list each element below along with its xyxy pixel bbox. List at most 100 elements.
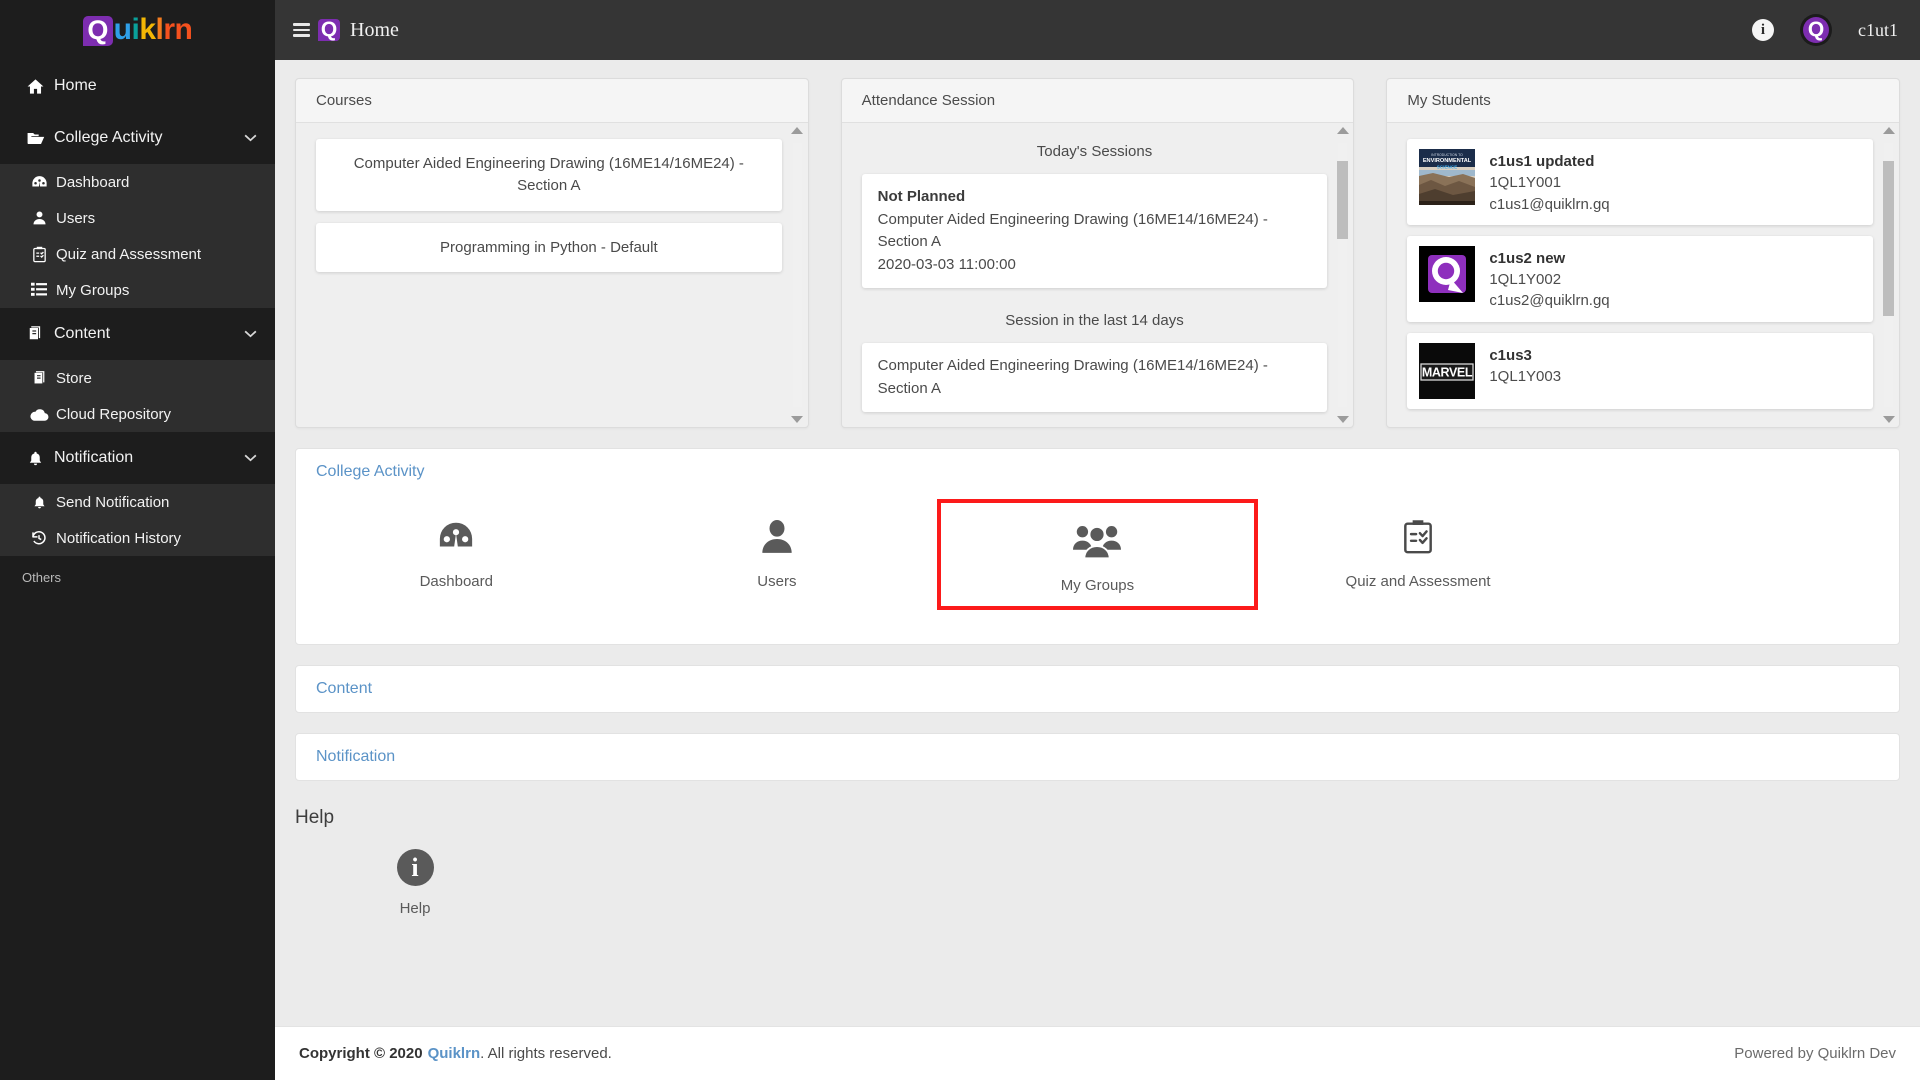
sidebar-submenu-notification: Send Notification Notification History [0, 484, 275, 556]
student-tile[interactable]: c1us2 new 1QL1Y002 c1us2@quiklrn.gq [1407, 235, 1874, 322]
session-tile-recent[interactable]: Computer Aided Engineering Drawing (16ME… [861, 343, 1328, 412]
student-tile[interactable]: INTRODUCTION TO ENVIRONMENTAL SCIENCE c1… [1407, 139, 1874, 225]
session-tile-today[interactable]: Not Planned Computer Aided Engineering D… [861, 174, 1328, 288]
student-email: c1us2@quiklrn.gq [1489, 292, 1610, 310]
student-info: c1us3 1QL1Y003 [1489, 343, 1561, 388]
attendance-card-title: Attendance Session [841, 79, 1354, 123]
scroll-down-arrow-icon[interactable] [1882, 416, 1895, 423]
sidebar-group-notification[interactable]: Notification [0, 432, 275, 484]
info-circle-icon: i [396, 849, 434, 886]
avatar[interactable]: Q [1800, 14, 1832, 46]
clipboard-check-icon [1399, 511, 1437, 559]
quiklrn-logo: Quiklrn [82, 13, 193, 47]
my-students-card-title: My Students [1387, 79, 1900, 123]
scroll-up-arrow-icon[interactable] [1882, 127, 1895, 134]
attendance-scrollbar[interactable] [1335, 127, 1350, 423]
student-info: c1us1 updated 1QL1Y001 c1us1@quiklrn.gq [1489, 149, 1609, 215]
sidebar-section-others: Others [0, 556, 275, 595]
scrollbar-thumb[interactable] [1883, 161, 1895, 316]
hamburger-icon[interactable] [293, 23, 310, 37]
attendance-card-body: Today's Sessions Not Planned Computer Ai… [842, 123, 1354, 427]
todays-sessions-heading: Today's Sessions [1036, 143, 1153, 160]
tile-quiz-and-assessment[interactable]: Quiz and Assessment [1258, 499, 1579, 610]
panel-notification: Notification [295, 733, 1900, 781]
sidebar-item-send-notification[interactable]: Send Notification [0, 484, 275, 520]
quiklrn-q-logo-thumbnail [1419, 245, 1476, 302]
sidebar-item-label: College Activity [54, 129, 163, 146]
my-students-card-body: INTRODUCTION TO ENVIRONMENTAL SCIENCE c1… [1387, 123, 1899, 427]
copyright-suffix: . All rights reserved. [480, 1045, 612, 1062]
tile-my-groups[interactable]: My Groups [937, 499, 1258, 610]
folder-open-icon [16, 129, 54, 148]
my-students-scrollbar[interactable] [1881, 127, 1896, 423]
panel-college-activity: College Activity Dashboard Users My Grou… [295, 448, 1900, 645]
dashboard-gauge-icon [434, 511, 478, 559]
sidebar-submenu-college-activity: Dashboard Users Quiz and Assessment My G… [0, 164, 275, 308]
scroll-up-arrow-icon[interactable] [791, 127, 804, 134]
student-email: c1us1@quiklrn.gq [1489, 195, 1610, 213]
scrollbar-thumb[interactable] [1337, 161, 1349, 239]
scrollbar-track[interactable] [792, 143, 802, 407]
home-icon [16, 77, 54, 96]
sidebar-item-dashboard[interactable]: Dashboard [0, 164, 275, 200]
my-students-card: My Students INTRODUCTION TO ENVIRONMENTA… [1386, 78, 1901, 428]
tile-label: Quiz and Assessment [1345, 573, 1491, 590]
sidebar-group-college-activity[interactable]: College Activity [0, 112, 275, 164]
session-datetime: 2020-03-03 11:00:00 [877, 255, 1016, 273]
student-tile[interactable]: MARVEL c1us3 1QL1Y003 [1407, 332, 1874, 409]
sidebar-item-my-groups[interactable]: My Groups [0, 272, 275, 308]
last-14-days-heading: Session in the last 14 days [1005, 312, 1184, 329]
sidebar-item-label: Store [56, 369, 92, 387]
panel-notification-header[interactable]: Notification [296, 734, 1899, 780]
logo-letter-n: n [174, 13, 193, 46]
svg-text:ENVIRONMENTAL: ENVIRONMENTAL [1423, 158, 1472, 164]
student-name: c1us2 new [1489, 249, 1566, 267]
cloud-icon [22, 407, 56, 422]
course-tile[interactable]: Programming in Python - Default [316, 222, 782, 273]
scroll-down-arrow-icon[interactable] [791, 416, 804, 423]
course-tile[interactable]: Computer Aided Engineering Drawing (16ME… [316, 139, 782, 211]
chevron-down-icon[interactable] [241, 449, 259, 467]
sidebar-item-home[interactable]: Home [0, 60, 275, 112]
student-id: 1QL1Y003 [1489, 368, 1562, 386]
tile-dashboard[interactable]: Dashboard [296, 499, 617, 610]
footer-brand-link[interactable]: Quiklrn [428, 1045, 481, 1062]
scroll-up-arrow-icon[interactable] [1336, 127, 1349, 134]
topbar: Q Home i Q c1ut1 [275, 0, 1920, 60]
user-icon [757, 511, 797, 559]
panel-content-header[interactable]: Content [296, 666, 1899, 712]
courses-scrollbar[interactable] [790, 127, 805, 423]
sidebar-item-users[interactable]: Users [0, 200, 275, 236]
tile-users[interactable]: Users [617, 499, 938, 610]
marvel-logo-thumbnail: MARVEL [1419, 342, 1476, 399]
app-root: Quiklrn Home College Activity Dashboard … [0, 0, 1920, 1080]
logo-letter-l: l [155, 13, 164, 46]
panel-college-activity-header[interactable]: College Activity [296, 449, 1899, 495]
sidebar-item-label: Notification [54, 449, 134, 466]
sidebar-group-content[interactable]: Content [0, 308, 275, 360]
panel-content: Content [295, 665, 1900, 713]
logo-letter-k: k [139, 13, 156, 46]
quiklrn-q-mark-icon: Q [318, 19, 340, 41]
student-name: c1us1 updated [1489, 153, 1595, 170]
student-name: c1us3 [1489, 346, 1532, 364]
sidebar: Quiklrn Home College Activity Dashboard … [0, 0, 275, 1080]
sidebar-item-cloud-repository[interactable]: Cloud Repository [0, 396, 275, 432]
college-activity-tiles: Dashboard Users My Groups Quiz and Asses… [296, 495, 1899, 644]
sidebar-item-store[interactable]: Store [0, 360, 275, 396]
info-icon[interactable]: i [1752, 19, 1774, 41]
topbar-actions: i Q c1ut1 [1752, 14, 1898, 46]
sidebar-submenu-content: Store Cloud Repository [0, 360, 275, 432]
scroll-down-arrow-icon[interactable] [1336, 416, 1349, 423]
sidebar-item-label: Notification History [56, 529, 182, 547]
sidebar-item-quiz-and-assessment[interactable]: Quiz and Assessment [0, 236, 275, 272]
tile-label: Users [757, 573, 797, 590]
tile-label: Dashboard [419, 573, 493, 590]
tile-help[interactable]: i Help [340, 835, 490, 931]
sidebar-logo[interactable]: Quiklrn [0, 0, 275, 60]
bell-icon [22, 494, 56, 511]
sidebar-item-notification-history[interactable]: Notification History [0, 520, 275, 556]
chevron-down-icon[interactable] [241, 325, 259, 343]
chevron-down-icon[interactable] [241, 129, 259, 147]
help-heading: Help [295, 807, 335, 828]
